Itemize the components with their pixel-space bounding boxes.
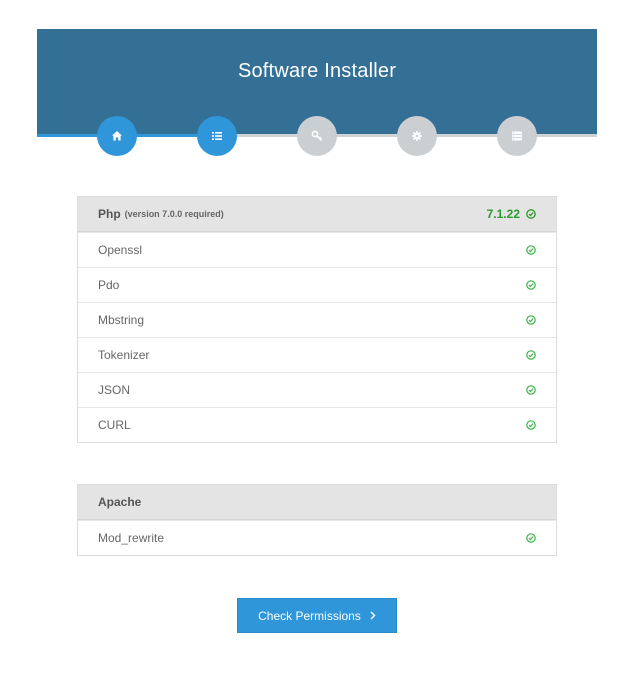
extension-label: Pdo <box>98 278 120 292</box>
extension-label: JSON <box>98 383 131 397</box>
apache-title: Apache <box>98 495 142 509</box>
php-panel-header: Php (version 7.0.0 required) 7.1.22 <box>78 197 556 232</box>
extension-label: CURL <box>98 418 131 432</box>
check-permissions-label: Check Permissions <box>258 608 361 623</box>
check-circle-icon <box>526 533 536 543</box>
step-settings[interactable] <box>397 116 437 156</box>
home-icon <box>112 131 122 141</box>
check-circle-icon <box>526 245 536 255</box>
list-item: Mod_rewrite <box>78 520 556 555</box>
server-icon <box>512 131 522 141</box>
step-home[interactable] <box>97 116 137 156</box>
list-item: Mbstring <box>78 302 556 337</box>
page-title: Software Installer <box>237 60 397 82</box>
key-icon <box>311 130 323 142</box>
chevron-right-icon <box>370 611 376 620</box>
check-circle-icon <box>526 385 536 395</box>
check-circle-icon <box>526 280 536 290</box>
gear-icon <box>412 131 422 141</box>
php-requirements-panel: Php (version 7.0.0 required) 7.1.22 Open… <box>77 196 557 443</box>
check-circle-icon <box>526 420 536 430</box>
check-permissions-button[interactable]: Check Permissions <box>237 598 397 633</box>
php-version: 7.1.22 <box>486 207 520 221</box>
list-icon <box>212 132 222 140</box>
module-label: Mod_rewrite <box>98 531 165 545</box>
extension-label: Mbstring <box>98 313 145 327</box>
extension-label: Openssl <box>98 243 143 257</box>
php-title: Php <box>98 207 121 221</box>
php-version-note: (version 7.0.0 required) <box>124 209 224 219</box>
apache-requirements-panel: Apache Mod_rewrite <box>77 484 557 556</box>
extension-label: Tokenizer <box>98 348 150 362</box>
check-circle-icon <box>526 315 536 325</box>
step-finish[interactable] <box>497 116 537 156</box>
list-item: JSON <box>78 372 556 407</box>
check-circle-icon <box>526 209 536 219</box>
list-item: CURL <box>78 407 556 442</box>
list-item: Tokenizer <box>78 337 556 372</box>
list-item: Pdo <box>78 267 556 302</box>
step-requirements[interactable] <box>197 116 237 156</box>
step-permissions[interactable] <box>297 116 337 156</box>
check-circle-icon <box>526 350 536 360</box>
apache-panel-header: Apache <box>78 485 556 520</box>
list-item: Openssl <box>78 232 556 267</box>
